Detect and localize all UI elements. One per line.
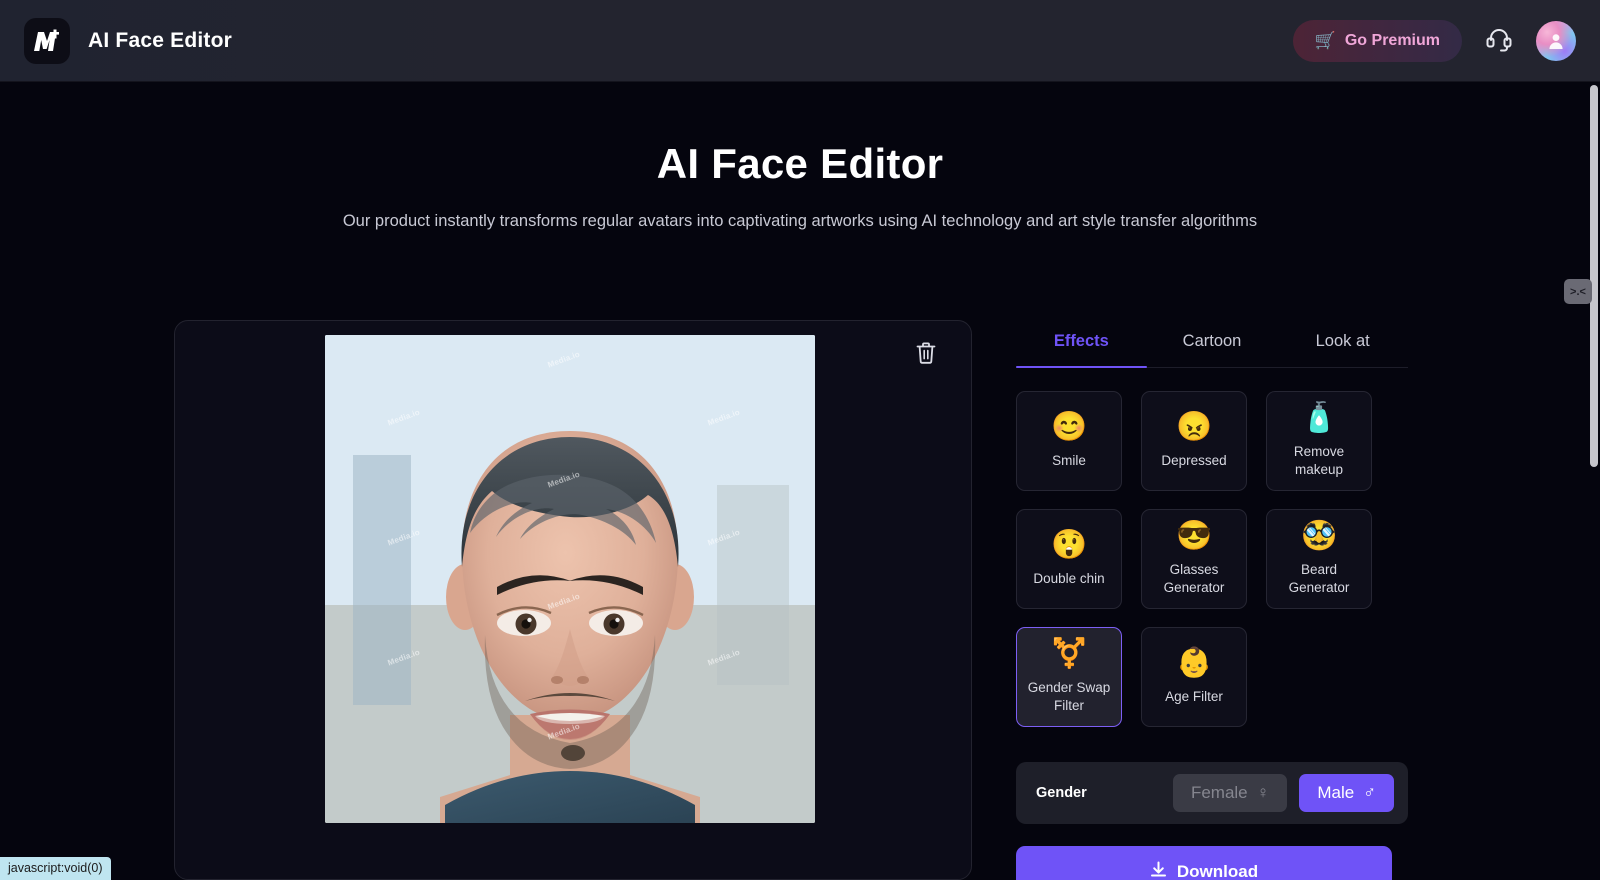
scrollbar-thumb[interactable]: [1590, 85, 1598, 467]
male-symbol-icon: ♂: [1363, 783, 1376, 802]
gender-male-button[interactable]: Male ♂: [1299, 774, 1394, 812]
hero: AI Face Editor Our product instantly tra…: [0, 82, 1600, 231]
tab-cartoon[interactable]: Cartoon: [1147, 320, 1278, 367]
header-actions: 🛒 Go Premium: [1292, 19, 1576, 62]
avatar[interactable]: [1536, 20, 1576, 61]
headset-icon: [1484, 25, 1514, 56]
effect-card-depressed[interactable]: 😠 Depressed: [1141, 391, 1247, 491]
effect-card-smile[interactable]: 😊 Smile: [1016, 391, 1122, 491]
feedback-widget-tab[interactable]: >.<: [1564, 279, 1592, 304]
gender-selector: Gender Female ♀ Male ♂: [1016, 762, 1408, 824]
effect-label: Glasses Generator: [1163, 561, 1225, 595]
smiling-face-icon: 😊: [1050, 410, 1088, 443]
page-subtitle: Our product instantly transforms regular…: [342, 212, 1258, 230]
female-symbol-icon: ♀: [1256, 783, 1270, 802]
gender-label: Gender: [1036, 785, 1087, 801]
sunglasses-face-icon: 😎: [1175, 519, 1213, 552]
effect-label: Double chin: [1033, 570, 1105, 586]
surprised-face-icon: 😲: [1050, 528, 1088, 561]
tab-look-at[interactable]: Look at: [1277, 320, 1408, 367]
download-button[interactable]: Download: [1016, 846, 1392, 880]
effect-label: Age Filter: [1165, 688, 1223, 704]
effect-tabs: Effects Cartoon Look at: [1016, 320, 1408, 368]
effect-card-age-filter[interactable]: 👶 Age Filter: [1141, 627, 1247, 727]
editor-area: Media.io Media.io Media.io Media.io Medi…: [0, 320, 1600, 880]
kaomoji-face-icon: >.<: [1570, 285, 1586, 298]
effect-card-glasses-generator[interactable]: 😎 Glasses Generator: [1141, 509, 1247, 609]
status-bar: javascript:void(0): [0, 857, 112, 880]
m-logo-icon: [24, 17, 70, 64]
app-header: AI Face Editor 🛒 Go Premium: [0, 0, 1600, 82]
angry-face-icon: 😠: [1175, 410, 1213, 443]
brand-title: AI Face Editor: [88, 28, 232, 52]
support-button[interactable]: [1484, 25, 1514, 56]
disguised-face-icon: 🥸: [1300, 519, 1338, 552]
effect-card-remove-makeup[interactable]: 🧴 Remove makeup: [1266, 391, 1372, 491]
controls-panel: Effects Cartoon Look at 😊 Smile 😠 Depres…: [1016, 320, 1408, 880]
gender-female-button[interactable]: Female ♀: [1172, 774, 1288, 812]
user-avatar-icon: [1549, 33, 1563, 49]
effect-label: Smile: [1052, 452, 1086, 468]
cart-icon: 🛒: [1314, 31, 1336, 50]
effect-label: Beard Generator: [1288, 561, 1350, 595]
effect-card-gender-swap-filter[interactable]: ⚧️ Gender Swap Filter: [1016, 627, 1122, 727]
effect-label: Gender Swap Filter: [1027, 679, 1111, 713]
effect-label: Depressed: [1161, 452, 1227, 468]
uploaded-photo[interactable]: Media.io Media.io Media.io Media.io Medi…: [325, 335, 815, 823]
portrait-face-image: [325, 335, 815, 823]
gender-female-label: Female: [1190, 783, 1248, 802]
go-premium-label: Go Premium: [1344, 31, 1440, 49]
go-premium-button[interactable]: 🛒 Go Premium: [1292, 19, 1462, 62]
baby-face-icon: 👶: [1175, 646, 1213, 679]
effect-card-beard-generator[interactable]: 🥸 Beard Generator: [1266, 509, 1372, 609]
effects-grid: 😊 Smile 😠 Depressed 🧴 Remove makeup 😲 Do…: [1016, 391, 1408, 727]
image-preview-panel: Media.io Media.io Media.io Media.io Medi…: [174, 320, 972, 880]
download-label: Download: [1176, 862, 1259, 880]
gender-swap-icon: ⚧️: [1050, 637, 1088, 670]
trash-icon[interactable]: [909, 335, 943, 374]
page-title: AI Face Editor: [656, 140, 944, 187]
effect-label: Remove makeup: [1293, 443, 1345, 477]
effect-card-double-chin[interactable]: 😲 Double chin: [1016, 509, 1122, 609]
gender-male-label: Male: [1317, 783, 1355, 802]
brand: AI Face Editor: [24, 17, 232, 64]
gender-buttons: Female ♀ Male ♂: [1172, 774, 1394, 812]
tab-effects[interactable]: Effects: [1016, 320, 1147, 368]
page-scrollbar[interactable]: [1588, 82, 1600, 880]
download-icon: [1150, 861, 1167, 880]
lotion-bottle-icon: 🧴: [1300, 401, 1338, 434]
